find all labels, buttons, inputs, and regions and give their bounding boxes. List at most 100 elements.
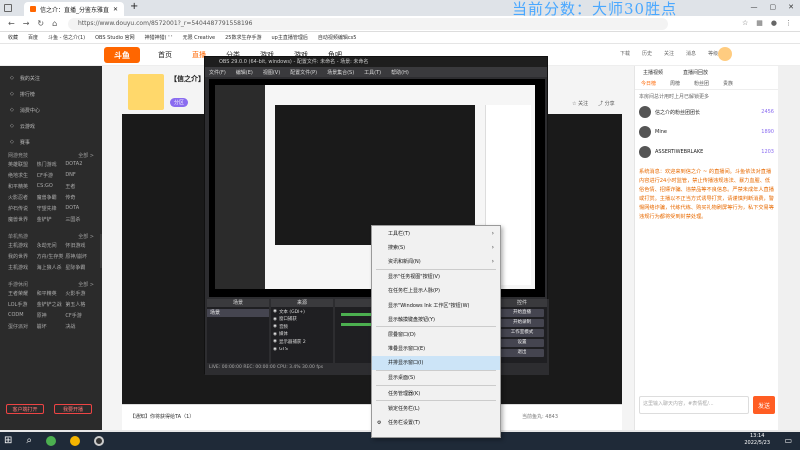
chat-tab[interactable]: 直播间回放 [683, 69, 708, 76]
sidebar-game-link[interactable]: 炉石传说 [8, 205, 37, 214]
context-menu-item[interactable]: 并排显示窗口(I) [372, 355, 500, 370]
sidebar-game-link[interactable]: 三国杀 [65, 216, 94, 225]
context-menu-item[interactable]: ⚙ 任务栏设置(T) [372, 415, 500, 429]
rank-row[interactable]: 信之介的粉丝团团长 2456 [635, 102, 778, 122]
sidebar-game-link[interactable]: 第五人格 [65, 301, 94, 310]
chat-input[interactable]: 这里输入聊天内容，#表情框/... [639, 396, 749, 414]
context-menu-item[interactable]: 工具栏(T) › [372, 226, 500, 240]
star-icon[interactable]: ☆ [742, 19, 748, 27]
bookmark-item[interactable]: 斗鱼 - 信之介(1) [48, 34, 85, 41]
sidebar-item[interactable]: ◇ 赛事 [0, 134, 102, 150]
sidebar-game-link[interactable]: 守望先锋 [37, 205, 66, 214]
rank-subtab[interactable]: 粉丝团 [694, 80, 709, 87]
sidebar-game-link[interactable]: 金铲铲 [37, 216, 66, 225]
sidebar-game-link[interactable]: CODM [8, 312, 37, 321]
eye-icon[interactable]: ◉ [273, 317, 277, 322]
sidebar-game-link[interactable]: 主机游戏 [8, 264, 37, 273]
obs-control-button[interactable]: 退出 [500, 349, 544, 357]
context-menu-item[interactable]: 搜索(S) › [372, 240, 500, 254]
sidebar-game-link[interactable]: 我的世界 [8, 253, 37, 262]
profile-icon[interactable]: ● [771, 19, 777, 27]
bookmark-item[interactable]: 无限 Creative [183, 34, 216, 41]
sidebar-game-link[interactable]: CS:GO [37, 183, 66, 192]
sidebar-game-link[interactable]: 传奇 [65, 194, 94, 203]
refresh-icon[interactable]: ↻ [37, 19, 44, 28]
context-menu-item[interactable]: 显示"Windows Ink 工作区"按钮(W) [372, 298, 500, 312]
sidebar-game-link[interactable]: 火影手游 [65, 290, 94, 299]
obs-menu-item[interactable]: 视图(V) [263, 69, 280, 76]
nav-item[interactable]: 首页 [158, 50, 172, 60]
sidebar-game-link[interactable]: DNF [65, 172, 94, 181]
sidebar-game-link[interactable]: 崩坏 [37, 323, 66, 332]
rank-row[interactable]: Mine 1890 [635, 122, 778, 142]
rank-row[interactable]: ASSERTIWEBRLAKE 1203 [635, 142, 778, 162]
eye-icon[interactable]: ◉ [273, 324, 277, 329]
sidebar-game-link[interactable]: 火影忍者 [8, 194, 37, 203]
eye-icon[interactable]: ◉ [273, 309, 277, 314]
sidebar-game-link[interactable]: 热门游戏 [37, 161, 66, 170]
follow-button[interactable]: ☆ 关注 [572, 100, 588, 107]
sidebar-game-link[interactable]: 魔兽争霸 [37, 194, 66, 203]
section-more-link[interactable]: 全部 > [78, 233, 94, 240]
obs-control-button[interactable]: 设置 [500, 339, 544, 347]
obs-menu-item[interactable]: 文件(F) [209, 69, 226, 76]
chat-tab[interactable]: 主播视频 [643, 69, 663, 76]
extension-icon[interactable]: ▦ [756, 19, 763, 27]
window-menu-icon[interactable] [4, 4, 12, 12]
bookmark-item[interactable]: 25数求生存手游 [225, 34, 261, 41]
source-item[interactable]: ◉ 音频 [273, 323, 331, 331]
sidebar-item[interactable]: ◇ 消费中心 [0, 102, 102, 118]
chrome-icon[interactable] [70, 435, 80, 446]
back-icon[interactable]: ← [8, 19, 15, 28]
sidebar-game-link[interactable]: 王者 [65, 183, 94, 192]
header-link[interactable]: 下载 [620, 50, 630, 57]
search-icon[interactable]: ⌕ [26, 435, 32, 446]
section-more-link[interactable]: 全部 > [78, 152, 94, 159]
source-item[interactable]: ◉ 窗口捕获 [273, 316, 331, 324]
sidebar-game-link[interactable]: 原神/崩坏 [65, 253, 94, 262]
context-menu-item[interactable]: 层叠窗口(D) [372, 327, 500, 341]
header-link[interactable]: 消息 [686, 50, 696, 57]
notification-icon[interactable]: ▭ [784, 436, 792, 445]
bookmark-item[interactable]: 神猎神猎( ' ' [145, 34, 173, 41]
source-item[interactable]: ◉ 媒体 [273, 331, 331, 339]
sidebar-game-link[interactable]: 主机游戏 [8, 242, 37, 251]
context-menu-item[interactable]: 显示触摸键盘按钮(Y) [372, 312, 500, 326]
start-stream-button[interactable]: 我要开播 [54, 404, 92, 414]
obs-menu-item[interactable]: 配置文件(P) [290, 69, 317, 76]
sidebar-game-link[interactable]: CF手游 [37, 172, 66, 181]
clock-date[interactable]: 2022/5/23 [744, 440, 770, 447]
clock-time[interactable]: 13:14 [744, 433, 770, 440]
header-link[interactable]: 关注 [664, 50, 674, 57]
obs-menu-item[interactable]: 编辑(E) [236, 69, 253, 76]
obs-icon[interactable] [94, 435, 104, 446]
section-more-link[interactable]: 全部 > [78, 281, 94, 288]
forward-icon[interactable]: → [23, 19, 30, 28]
minimize-icon[interactable]: — [751, 3, 758, 11]
rank-subtab[interactable]: 今日榜 [641, 80, 656, 87]
obs-control-button[interactable]: 开始录制 [500, 319, 544, 327]
context-menu-item[interactable]: 任务管理器(K) [372, 386, 500, 400]
right-scroll-rail[interactable] [778, 66, 800, 430]
sidebar-item[interactable]: ◇ 排行榜 [0, 86, 102, 102]
eye-icon[interactable]: ◉ [273, 347, 277, 352]
obs-menu-item[interactable]: 帮助(H) [391, 69, 409, 76]
source-item[interactable]: ◉ 显示器捕获 2 [273, 338, 331, 346]
sidebar-game-link[interactable]: 原神 [37, 312, 66, 321]
header-link[interactable]: 历史 [642, 50, 652, 57]
rank-subtab[interactable]: 周榜 [670, 80, 680, 87]
sidebar-game-link[interactable]: 英雄联盟 [8, 161, 37, 170]
sidebar-game-link[interactable]: 蛋仔派对 [8, 323, 37, 332]
sidebar-game-link[interactable]: 怀旧游戏 [65, 242, 94, 251]
context-menu-item[interactable]: 显示"任务视图"按钮(V) [372, 270, 500, 284]
obs-menu-item[interactable]: 场景集合(S) [327, 69, 354, 76]
bookmark-item[interactable]: 收藏 [8, 34, 18, 41]
sidebar-game-link[interactable]: 王者荣耀 [8, 290, 37, 299]
source-item[interactable]: ◉ 文本 (GDI+) [273, 308, 331, 316]
sidebar-game-link[interactable]: 海上狼人杀 [37, 264, 66, 273]
sidebar-game-link[interactable]: 方舟/生存类 [37, 253, 66, 262]
obs-control-button[interactable]: 工作室模式 [500, 329, 544, 337]
bookmark-item[interactable]: up主直播管理后 [272, 34, 308, 41]
sidebar-game-link[interactable]: DOTA [65, 205, 94, 214]
eye-icon[interactable]: ◉ [273, 339, 277, 344]
